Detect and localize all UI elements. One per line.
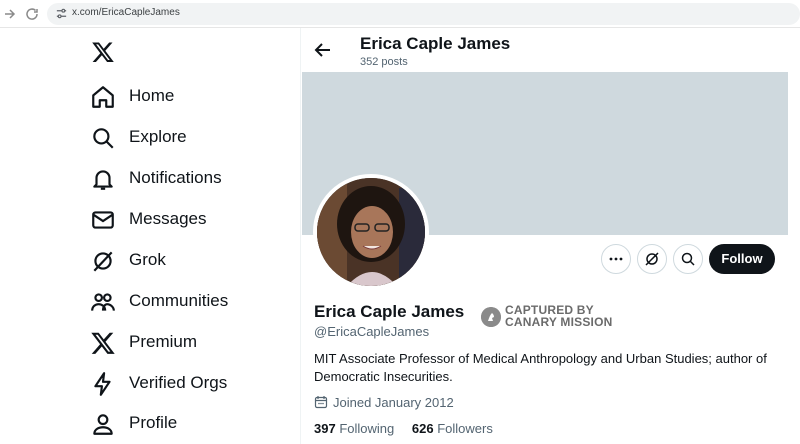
- page-scrollbar[interactable]: [788, 28, 800, 444]
- grok-icon: [93, 251, 113, 272]
- forward-arrow-icon[interactable]: [2, 6, 18, 22]
- sidebar-item-label: Communities: [129, 291, 229, 310]
- more-dots-icon: [609, 257, 623, 261]
- canary-mission-text: CAPTURED BY CANARY MISSION: [505, 304, 612, 328]
- x-logo-icon[interactable]: [91, 40, 115, 64]
- follow-button[interactable]: Follow: [709, 244, 775, 274]
- sidebar-item-notifications[interactable]: Notifications: [90, 163, 290, 195]
- avatar[interactable]: [313, 174, 429, 290]
- home-icon: [92, 86, 114, 108]
- sidebar-item-label: Home: [129, 86, 175, 105]
- sidebar-item-label: Profile: [129, 413, 178, 432]
- sidebar-item-explore[interactable]: Explore: [90, 122, 290, 154]
- grok-button[interactable]: [637, 244, 667, 274]
- reload-icon[interactable]: [24, 6, 40, 22]
- header-profile-name: Erica Caple James: [360, 34, 511, 53]
- sidebar-item-premium[interactable]: Premium: [90, 327, 290, 359]
- sidebar-item-profile[interactable]: Profile: [90, 408, 290, 440]
- profile-name: Erica Caple James: [314, 302, 465, 321]
- communities-icon: [91, 293, 115, 311]
- following-count: 397: [314, 421, 336, 436]
- profile-handle: @EricaCapleJames: [314, 324, 430, 339]
- url-text: x.com/EricaCapleJames: [72, 7, 180, 18]
- profile-bio: MIT Associate Professor of Medical Anthr…: [314, 351, 767, 384]
- bell-icon: [93, 170, 113, 190]
- sidebar-nav: Home Explore Notifications Messages Grok…: [0, 28, 300, 444]
- more-options-button[interactable]: [601, 244, 631, 274]
- sidebar-item-label: Messages: [129, 209, 207, 228]
- profile-column: Erica Caple James 352 posts Follow Erica…: [300, 28, 789, 444]
- sidebar-item-label: Grok: [129, 250, 166, 269]
- followers-count: 626: [411, 421, 434, 436]
- sidebar-item-grok[interactable]: Grok: [90, 245, 290, 277]
- sidebar-item-label: Verified Orgs: [129, 373, 228, 392]
- browser-toolbar: x.com/EricaCapleJames: [0, 0, 800, 28]
- address-bar[interactable]: x.com/EricaCapleJames: [47, 3, 800, 25]
- person-icon: [93, 414, 113, 435]
- profile-header-bar: Erica Caple James 352 posts: [301, 28, 789, 72]
- sidebar-item-communities[interactable]: Communities: [90, 286, 290, 318]
- canary-mission-logo-icon: [481, 307, 501, 327]
- lightning-icon: [94, 372, 111, 396]
- envelope-icon: [92, 211, 114, 229]
- sidebar-item-label: Notifications: [129, 168, 222, 187]
- sidebar-item-label: Premium: [129, 332, 198, 351]
- sidebar-item-verified-orgs[interactable]: Verified Orgs: [90, 368, 290, 400]
- sidebar-item-home[interactable]: Home: [90, 81, 290, 113]
- following-label: Following: [339, 421, 395, 436]
- follow-stats: 397 Following 626 Followers: [314, 421, 507, 436]
- search-icon: [681, 252, 695, 266]
- sidebar-item-messages[interactable]: Messages: [90, 204, 290, 236]
- header-post-count: 352 posts: [360, 56, 408, 68]
- sidebar-item-label: Explore: [129, 127, 187, 146]
- canary-mission-stamp: CAPTURED BY CANARY MISSION: [481, 304, 621, 332]
- followers-link[interactable]: 626 Followers: [412, 421, 493, 436]
- canary-line-2: CANARY MISSION: [505, 315, 613, 329]
- joined-text: Joined January 2012: [333, 395, 454, 410]
- x-logo-icon: [91, 332, 115, 354]
- grok-icon: [645, 252, 659, 266]
- following-link[interactable]: 397 Following: [314, 421, 394, 436]
- followers-label: Followers: [437, 421, 493, 436]
- calendar-icon: [314, 396, 328, 409]
- back-arrow-icon[interactable]: [313, 40, 333, 60]
- search-icon: [93, 128, 114, 149]
- avatar-photo: [317, 178, 425, 286]
- search-profile-button[interactable]: [673, 244, 703, 274]
- site-settings-icon[interactable]: [55, 7, 68, 20]
